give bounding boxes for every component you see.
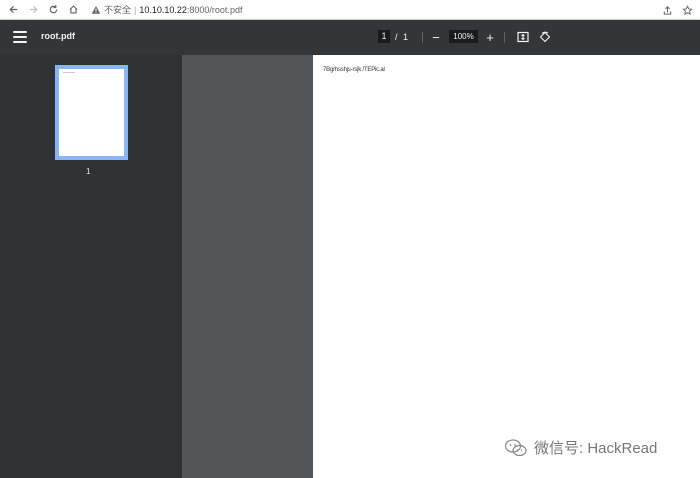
pdf-viewer[interactable]: 7Bgrhsshjs-rsjk /TEPic.al — [182, 55, 700, 478]
omnibox-separator: | — [134, 4, 137, 15]
reload-icon[interactable] — [43, 0, 63, 20]
zoom-in-button[interactable]: + — [483, 30, 497, 45]
share-icon[interactable] — [660, 0, 674, 20]
page-text: 7Bgrhsshjs-rsjk /TEPic.al — [323, 67, 385, 73]
thumbnail-text-line — [63, 72, 75, 73]
security-label[interactable]: 不安全 — [104, 3, 131, 16]
toolbar-divider — [504, 32, 505, 43]
thumbnail-page-label: 1 — [86, 167, 91, 176]
document-title: root.pdf — [41, 31, 75, 41]
zoom-out-button[interactable]: − — [429, 30, 443, 45]
thumbnail-sidebar: 1 — [0, 55, 182, 478]
page-total: 1 — [403, 32, 409, 42]
browser-address-bar: 不安全 | 10.10.10.22 :8000/root.pdf — [0, 0, 700, 20]
page-thumbnail[interactable] — [55, 65, 128, 160]
omnibox[interactable]: 不安全 | 10.10.10.22 :8000/root.pdf — [91, 1, 242, 19]
fit-to-page-icon[interactable] — [516, 30, 530, 44]
page-separator: / — [395, 32, 398, 42]
warning-triangle-icon[interactable] — [91, 5, 101, 15]
home-icon[interactable] — [63, 0, 83, 20]
toolbar-divider — [422, 32, 423, 43]
menu-icon[interactable] — [13, 31, 27, 43]
pdf-page[interactable]: 7Bgrhsshjs-rsjk /TEPic.al — [313, 55, 700, 478]
wechat-logo-icon — [504, 438, 527, 456]
watermark: 微信号: HackRead — [504, 437, 657, 458]
pdf-toolbar: root.pdf 1 / 1 − 100% + — [0, 20, 700, 55]
rotate-icon[interactable] — [538, 30, 552, 44]
zoom-input[interactable]: 100% — [449, 30, 478, 43]
page-number-input[interactable]: 1 — [378, 30, 390, 43]
back-arrow-icon[interactable] — [3, 0, 23, 20]
watermark-text: 微信号: HackRead — [534, 440, 658, 457]
bookmark-star-icon[interactable] — [680, 0, 694, 20]
url-path: :8000/root.pdf — [186, 4, 243, 15]
url-host: 10.10.10.22 — [139, 4, 187, 15]
forward-arrow-icon[interactable] — [23, 0, 43, 20]
